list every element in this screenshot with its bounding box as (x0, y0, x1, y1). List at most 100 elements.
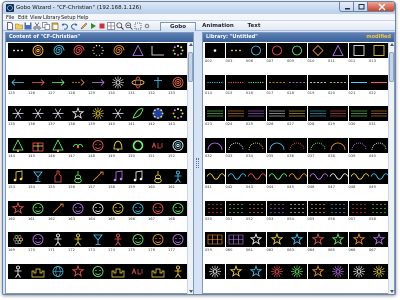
gobo-tile[interactable]: 057 (348, 200, 369, 223)
gobo-tile[interactable]: 170 (28, 232, 48, 254)
gobo-tile[interactable]: 021 (348, 74, 369, 97)
gobo-tile[interactable]: 155 (48, 169, 68, 191)
gobo-tile[interactable]: 062 (266, 232, 287, 254)
gobo-tile[interactable]: 165 (108, 200, 128, 223)
gobo-tile[interactable]: 031 (369, 106, 389, 128)
gobo-tile[interactable]: 009 (287, 43, 307, 65)
gobo-tile[interactable]: 038 (328, 137, 348, 160)
gobo-tile[interactable]: 019 (307, 74, 328, 97)
gobo-tile[interactable] (148, 43, 168, 65)
gobo-tile[interactable]: 010 (307, 43, 328, 65)
gobo-tile[interactable]: 154 (28, 169, 48, 191)
gobo-tile[interactable]: 018 (287, 74, 307, 97)
scroll-down-icon[interactable] (390, 290, 394, 293)
splitter-grip[interactable] (196, 158, 199, 168)
open-icon[interactable] (15, 22, 23, 30)
right-scrollbar[interactable] (388, 42, 394, 294)
gobo-tile[interactable]: 060 (225, 232, 246, 254)
gobo-tile[interactable]: 129 (88, 74, 108, 97)
gobo-tile[interactable]: 132 (148, 74, 168, 97)
gobo-tile[interactable]: 056 (328, 200, 348, 223)
gobo-tile[interactable]: 047 (328, 169, 348, 191)
tab-animation[interactable]: Animation (202, 22, 234, 31)
gobo-tile[interactable]: 149 (108, 137, 128, 160)
gobo-tile[interactable] (48, 263, 68, 286)
gobo-tile[interactable] (168, 263, 188, 286)
gobo-tile[interactable]: 160 (148, 169, 168, 191)
gobo-tile[interactable]: 152 (168, 137, 188, 160)
gobo-tile[interactable]: 039 (348, 137, 369, 160)
gobo-tile[interactable]: 131 (128, 74, 148, 97)
gobo-tile[interactable]: 136 (28, 106, 48, 128)
save-icon[interactable] (24, 22, 32, 30)
gobo-tile[interactable] (287, 263, 307, 286)
gobo-tile[interactable]: 126 (28, 74, 48, 97)
gobo-tile[interactable]: 139 (88, 106, 108, 128)
gobo-tile[interactable]: 033 (225, 137, 246, 160)
new-icon[interactable] (6, 22, 14, 30)
gobo-tile[interactable]: 014 (205, 74, 225, 97)
gobo-tile[interactable]: 163 (68, 200, 88, 223)
gobo-tile[interactable] (246, 263, 266, 286)
gobo-tile[interactable]: 168 (168, 200, 188, 223)
gobo-tile[interactable]: 137 (48, 106, 68, 128)
gobo-tile[interactable]: 048 (348, 169, 369, 191)
gobo-tile[interactable]: 160 (8, 200, 28, 223)
scroll-thumb[interactable] (188, 52, 193, 82)
gobo-tile[interactable]: 127 (48, 74, 68, 97)
gobo-tile[interactable]: 161 (28, 200, 48, 223)
gobo-tile[interactable]: 030 (348, 106, 369, 128)
gobo-tile[interactable]: 125 (8, 74, 28, 97)
gobo-tile[interactable]: 036 (287, 137, 307, 160)
gobo-tile[interactable] (128, 263, 148, 286)
gobo-tile[interactable]: 034 (246, 137, 266, 160)
gobo-tile[interactable]: 003 (225, 43, 246, 65)
gobo-tile[interactable] (108, 43, 128, 65)
gobo-tile[interactable]: 025 (246, 106, 266, 128)
gobo-tile[interactable]: 143 (168, 106, 188, 128)
gobo-tile[interactable]: 066 (348, 232, 369, 254)
gobo-tile[interactable] (8, 43, 28, 65)
gobo-tile[interactable]: 145 (28, 137, 48, 160)
gobo-tile[interactable] (28, 43, 48, 65)
gobo-tile[interactable]: 024 (225, 106, 246, 128)
gobo-tile[interactable]: 176 (148, 232, 168, 254)
close-button[interactable] (367, 2, 395, 12)
scroll-up-icon[interactable] (189, 43, 193, 46)
grid-view-icon[interactable] (107, 22, 115, 30)
gobo-tile[interactable] (48, 43, 68, 65)
zoom-out-icon[interactable] (125, 22, 133, 30)
gobo-tile[interactable]: 158 (108, 169, 128, 191)
gobo-tile[interactable]: 140 (108, 106, 128, 128)
zoom-in-icon[interactable] (116, 22, 124, 30)
title-bar[interactable]: Gobo Wizard - "CF-Christian" (192.168.1.… (3, 2, 395, 14)
scroll-thumb[interactable] (389, 52, 394, 82)
gobo-tile[interactable]: 028 (307, 106, 328, 128)
gobo-tile[interactable] (88, 263, 108, 286)
gobo-tile[interactable]: 049 (369, 169, 389, 191)
gobo-tile[interactable]: 065 (328, 232, 348, 254)
cut-icon[interactable] (33, 22, 41, 30)
gobo-tile[interactable] (307, 263, 328, 286)
gobo-tile[interactable]: 050 (205, 200, 225, 223)
panel-splitter[interactable] (194, 32, 202, 294)
gobo-tile[interactable]: 016 (246, 74, 266, 97)
gobo-tile[interactable]: 150 (128, 137, 148, 160)
gobo-tile[interactable]: 011 (328, 43, 348, 65)
gobo-tile[interactable]: 151 (148, 137, 168, 160)
minimize-button[interactable] (339, 2, 354, 12)
gobo-tile[interactable]: 061 (246, 232, 266, 254)
gobo-tile[interactable]: 012 (348, 43, 369, 65)
gobo-tile[interactable]: 172 (68, 232, 88, 254)
gobo-tile[interactable]: 013 (369, 43, 389, 65)
gobo-tile[interactable]: 063 (287, 232, 307, 254)
gobo-tile[interactable] (68, 263, 88, 286)
gobo-tile[interactable]: 130 (108, 74, 128, 97)
gobo-tile[interactable]: 015 (225, 74, 246, 97)
paste-icon[interactable] (51, 22, 59, 30)
gobo-tile[interactable]: 146 (48, 137, 68, 160)
gobo-tile[interactable]: 042 (225, 169, 246, 191)
maximize-button[interactable] (353, 2, 368, 12)
gobo-tile[interactable] (68, 43, 88, 65)
gobo-tile[interactable]: 026 (266, 106, 287, 128)
